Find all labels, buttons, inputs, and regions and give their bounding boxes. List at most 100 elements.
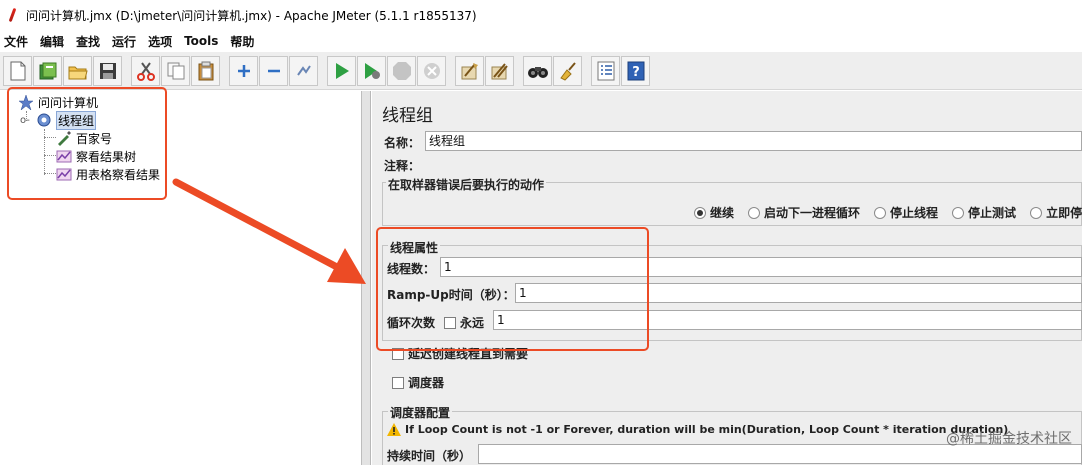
menu-options[interactable]: 选项 [148,33,172,50]
gear-icon [36,112,52,128]
save-button[interactable] [93,55,122,86]
tree-node-test-plan[interactable]: 问问计算机 [18,93,98,111]
watermark-text: @稀土掘金技术社区 [946,431,1072,447]
thread-properties-title: 线程属性 [388,239,441,256]
stop-button[interactable] [387,55,416,86]
help-icon: ? [627,61,644,80]
reset-search-button[interactable] [553,55,582,86]
scheduler-checkbox[interactable]: 调度器 [392,374,444,391]
templates-button[interactable] [33,55,62,86]
clear-all-icon [491,62,508,79]
warning-icon [387,423,401,436]
radio-start-next-loop[interactable]: 启动下一进程循环 [748,204,860,221]
copy-button[interactable] [161,55,190,86]
checkbox-label: 延迟创建线程直到需要 [408,347,529,361]
test-plan-icon [18,94,34,111]
tree-node-http-sampler[interactable]: 百家号 [56,129,112,147]
start-no-pause-icon [364,62,380,79]
radio-label: 继续 [710,206,735,220]
menu-search[interactable]: 查找 [76,33,100,50]
error-action-options: 继续 启动下一进程循环 停止线程 停止测试 立即停 [694,204,1082,221]
open-button[interactable] [63,55,92,86]
name-label: 名称： [384,136,421,150]
reset-search-icon [559,61,576,81]
menu-tools[interactable]: Tools [184,34,218,48]
radio-dot [874,206,887,219]
clear-all-button[interactable] [485,55,514,86]
delay-thread-creation-checkbox[interactable]: 延迟创建线程直到需要 [392,345,528,362]
function-helper-icon [597,61,614,80]
duration-label: 持续时间（秒） [387,449,472,463]
menu-bar: 文件 编辑 查找 运行 选项 Tools 帮助 [0,30,1082,52]
thread-group-editor: 线程组 名称： 线程组 注释： 在取样器错误后要执行的动作 继续 启动下一进程循… [372,91,1082,465]
shutdown-button[interactable] [417,55,446,86]
menu-edit[interactable]: 编辑 [40,33,64,50]
radio-stop-test[interactable]: 停止测试 [952,204,1016,221]
scheduler-warning: If Loop Count is not -1 or Forever, dura… [387,423,1008,436]
tree-node-view-results-table[interactable]: 用表格察看结果 [56,165,160,183]
start-button[interactable] [327,55,356,86]
radio-stop-thread[interactable]: 停止线程 [874,204,938,221]
radio-dot [1030,206,1043,219]
jmeter-feather-icon [6,7,18,23]
tree-node-label: 问问计算机 [38,95,99,110]
clear-icon [461,62,478,79]
panel-splitter[interactable] [362,91,371,465]
rampup-field[interactable]: 1 [515,283,1082,303]
test-plan-tree: 问问计算机 o- 线程组 百家号 察看结果树 用表格察看结果 [0,91,362,465]
radio-label: 停止测试 [968,206,1017,220]
listener-chart-icon [56,148,72,164]
start-no-pause-button[interactable] [357,55,386,86]
expand-icon [237,64,250,77]
radio-continue[interactable]: 继续 [694,204,734,221]
menu-file[interactable]: 文件 [4,33,28,50]
scheduler-config-title: 调度器配置 [388,404,453,421]
loop-count-label: 循环次数 [387,316,436,330]
checkbox-label: 永远 [460,316,485,330]
search-icon [527,66,548,78]
function-helper-button[interactable] [591,55,620,86]
listener-chart-icon [56,166,72,182]
pipette-icon [56,130,72,146]
paste-button[interactable] [191,55,220,86]
radio-dot [748,206,761,219]
help-button[interactable]: ? [621,55,650,86]
tree-node-label: 察看结果树 [76,149,137,164]
forever-checkbox[interactable]: 永远 [444,314,484,331]
checkbox-label: 调度器 [408,376,445,390]
page-title: 线程组 [382,106,433,126]
shutdown-icon [423,62,440,79]
cut-button[interactable] [131,55,160,86]
loop-count-field[interactable]: 1 [493,310,1082,330]
paste-icon [198,61,213,80]
start-icon [335,62,349,79]
radio-stop-test-now[interactable]: 立即停 [1030,204,1082,221]
cut-icon [136,61,155,81]
rampup-label: Ramp-Up时间（秒）： [387,288,515,302]
open-icon [68,66,88,79]
tree-node-label: 用表格察看结果 [76,167,161,182]
save-icon [99,62,116,79]
stop-icon [392,61,411,80]
expand-all-button[interactable] [229,55,258,86]
tree-node-view-results-tree[interactable]: 察看结果树 [56,147,136,165]
radio-label: 立即停 [1046,206,1082,220]
search-button[interactable] [523,55,552,86]
tree-node-thread-group[interactable]: o- 线程组 [20,110,97,130]
radio-dot [694,206,706,219]
templates-icon [39,62,56,79]
clear-button[interactable] [455,55,484,86]
name-field[interactable]: 线程组 [425,131,1082,151]
expand-handle-icon[interactable]: o- [20,115,36,126]
collapse-all-button[interactable] [259,55,288,86]
tree-node-label: 百家号 [76,131,113,146]
thread-count-field[interactable]: 1 [440,257,1082,277]
menu-run[interactable]: 运行 [112,33,136,50]
menu-help[interactable]: 帮助 [230,33,254,50]
tree-node-label: 线程组 [56,110,97,130]
toggle-button[interactable] [289,55,318,86]
new-button[interactable] [3,55,32,86]
window-title: 问问计算机.jmx (D:\jmeter\问问计算机.jmx) - Apache… [26,8,477,23]
radio-label: 启动下一进程循环 [764,206,861,220]
toggle-icon [296,64,311,76]
